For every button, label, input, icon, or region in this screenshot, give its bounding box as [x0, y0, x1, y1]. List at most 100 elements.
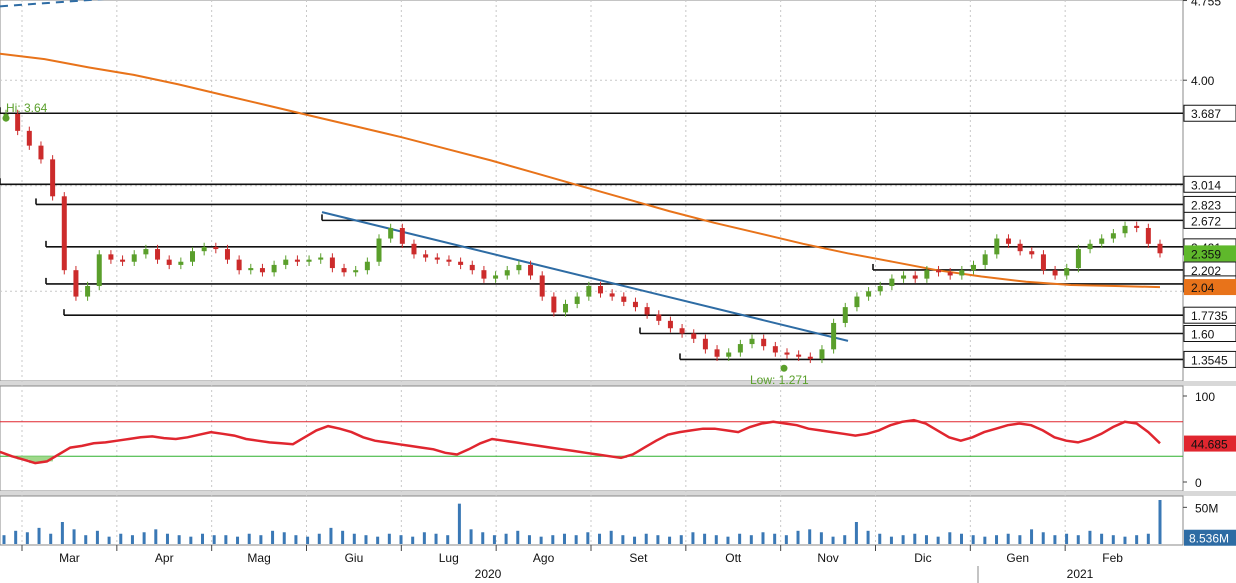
candle-body — [306, 259, 312, 262]
candle-body — [259, 268, 265, 273]
volume-bar — [504, 533, 508, 544]
candle-body — [819, 349, 825, 359]
volume-bar — [983, 536, 987, 544]
volume-bar — [586, 532, 590, 544]
volume-bar — [387, 533, 391, 544]
volume-bar — [656, 535, 660, 544]
candle-body — [481, 270, 487, 279]
candle-body — [96, 254, 102, 287]
volume-bar — [843, 535, 847, 544]
candle-body — [877, 286, 883, 292]
volume-bar — [1135, 535, 1139, 544]
volume-bar — [457, 503, 461, 544]
volume-bar — [924, 535, 928, 544]
volume-bar — [259, 535, 263, 544]
candle-body — [108, 254, 114, 260]
month-label: Mag — [247, 551, 270, 565]
volume-bar — [598, 533, 602, 544]
candle-body — [1052, 270, 1058, 276]
month-label: Gen — [1006, 551, 1029, 565]
volume-bar — [434, 533, 438, 544]
year-label: 2020 — [475, 567, 502, 581]
candle-body — [1005, 238, 1011, 244]
volume-bar — [481, 532, 485, 544]
low-marker — [780, 364, 788, 372]
candle-body — [609, 293, 615, 297]
volume-bar — [1088, 530, 1092, 544]
price-axis-label: 4.00 — [1191, 74, 1215, 88]
candle-body — [947, 272, 953, 276]
volume-bar — [84, 535, 88, 544]
panel-separator-1[interactable] — [0, 381, 1236, 386]
volume-bar — [1018, 535, 1022, 544]
volume-bar — [901, 535, 905, 544]
candle-body — [26, 130, 32, 146]
candle-body — [271, 264, 277, 273]
month-label: Lug — [439, 551, 459, 565]
candle-body — [1029, 251, 1035, 255]
volume-bar — [854, 522, 858, 544]
candle-body — [691, 333, 697, 339]
volume-bar — [773, 533, 777, 544]
volume-bar — [376, 536, 380, 544]
volume-bar — [726, 536, 730, 544]
candle-body — [493, 275, 499, 279]
candle-body — [796, 354, 802, 357]
candle-body — [761, 338, 767, 347]
candle-body — [772, 346, 778, 353]
candle-body — [574, 296, 580, 304]
volume-bar — [1006, 533, 1010, 544]
candle-body — [1064, 268, 1070, 276]
volume-bar — [25, 532, 29, 544]
candle-body — [73, 270, 79, 297]
candle-body — [1134, 225, 1140, 228]
candle-body — [201, 246, 207, 252]
volume-bar — [177, 535, 181, 544]
candle-body — [749, 338, 755, 345]
volume-bar — [936, 536, 940, 544]
candle-body — [446, 259, 452, 262]
volume-bar — [469, 529, 473, 544]
candle-body — [155, 249, 161, 260]
volume-bar — [878, 533, 882, 544]
level-label: 3.014 — [1191, 178, 1221, 192]
volume-bar — [1041, 532, 1045, 544]
candle-body — [236, 259, 242, 271]
volume-bar — [95, 530, 99, 544]
volume-bar — [165, 533, 169, 544]
month-label: Nov — [817, 551, 838, 565]
volume-bar — [411, 536, 415, 544]
volume-last-label: 8.536M — [1189, 532, 1229, 546]
candle-body — [737, 344, 743, 353]
level-label: 2.672 — [1191, 214, 1221, 228]
candle-body — [1075, 249, 1081, 269]
candle-body — [178, 261, 184, 265]
month-label: Giu — [345, 551, 364, 565]
candle-body — [959, 270, 965, 276]
volume-bar — [691, 532, 695, 544]
volume-bar — [271, 530, 275, 544]
volume-bar — [796, 530, 800, 544]
candle-body — [1110, 233, 1116, 239]
volume-bar — [247, 533, 251, 544]
volume-bar — [831, 536, 835, 544]
volume-bar — [913, 533, 917, 544]
volume-axis-label: 50M — [1195, 501, 1218, 515]
candle-body — [411, 243, 417, 255]
volume-bar — [551, 535, 555, 544]
panel-separator-2[interactable] — [0, 491, 1236, 496]
volume-bar — [446, 535, 450, 544]
candle-body — [901, 275, 907, 279]
candle-body — [131, 254, 137, 262]
candle-body — [458, 261, 464, 265]
volume-bar — [306, 536, 310, 544]
candle-body — [50, 159, 56, 197]
candle-body — [85, 286, 91, 297]
candle-body — [656, 314, 662, 321]
candle-body — [702, 338, 708, 350]
rsi-axis-label: 100 — [1195, 390, 1215, 404]
candle-body — [61, 196, 67, 271]
candle-body — [120, 259, 126, 262]
volume-bar — [819, 532, 823, 544]
volume-bar — [107, 536, 111, 544]
